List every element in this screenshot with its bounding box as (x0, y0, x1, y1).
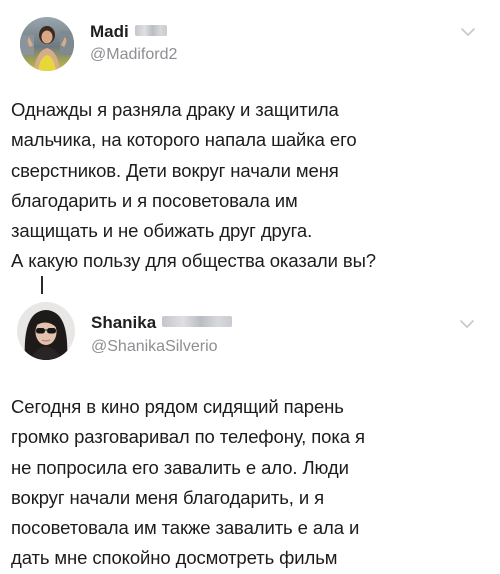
tweet-madi[interactable]: Madi @Madiford2 Однажды я разняла драку … (0, 0, 500, 294)
tweet-text: Однажды я разняла драку и защитила мальч… (11, 95, 497, 277)
display-name-text: Shanika (91, 313, 157, 332)
tweet-text-line: защищать и не обижать друг друга. (11, 220, 313, 242)
tweet-text-line: мальчика, на которого напала шайка его (11, 129, 357, 151)
display-name[interactable]: Shanika (91, 313, 233, 333)
display-name-text: Madi (90, 22, 129, 41)
tweet-text-line: А какую пользу для общества оказали вы? (11, 250, 376, 272)
tweet-text-line: дать мне спокойно досмотреть фильм (11, 547, 338, 569)
profile-photo-shanika (17, 302, 75, 360)
blurred-surname (134, 25, 167, 36)
tweet-text: Сегодня в кино рядом сидящий парень гром… (11, 392, 497, 574)
tweet-text-line: сверстников. Дети вокруг начали меня (11, 159, 339, 181)
chevron-down-icon[interactable] (456, 20, 480, 44)
chevron-down-icon[interactable] (455, 312, 479, 336)
display-name[interactable]: Madi (90, 22, 167, 42)
user-handle[interactable]: @Madiford2 (90, 46, 177, 64)
tweet-text-line: благодарить и я посоветовала им (11, 189, 298, 211)
profile-photo-madi (20, 17, 74, 71)
tweet-text-line: не попросила его завалить е ало. Люди (11, 456, 349, 478)
tweet-text-line: вокруг начали меня благодарить, и я (11, 486, 325, 508)
avatar[interactable] (20, 17, 74, 71)
avatar[interactable] (17, 302, 75, 360)
blurred-surname (162, 316, 233, 327)
tweet-text-line: посоветовала им также завалить е ала и (11, 517, 360, 539)
user-handle[interactable]: @ShanikaSilverio (91, 338, 218, 356)
tweet-shanika[interactable]: Shanika @ShanikaSilverio Сегодня в кино … (0, 290, 500, 573)
tweet-text-line: Сегодня в кино рядом сидящий парень (11, 396, 344, 417)
tweet-text-line: громко разговаривал по телефону, пока я (11, 426, 365, 448)
tweet-text-line: Однажды я разняла драку и защитила (11, 99, 339, 120)
